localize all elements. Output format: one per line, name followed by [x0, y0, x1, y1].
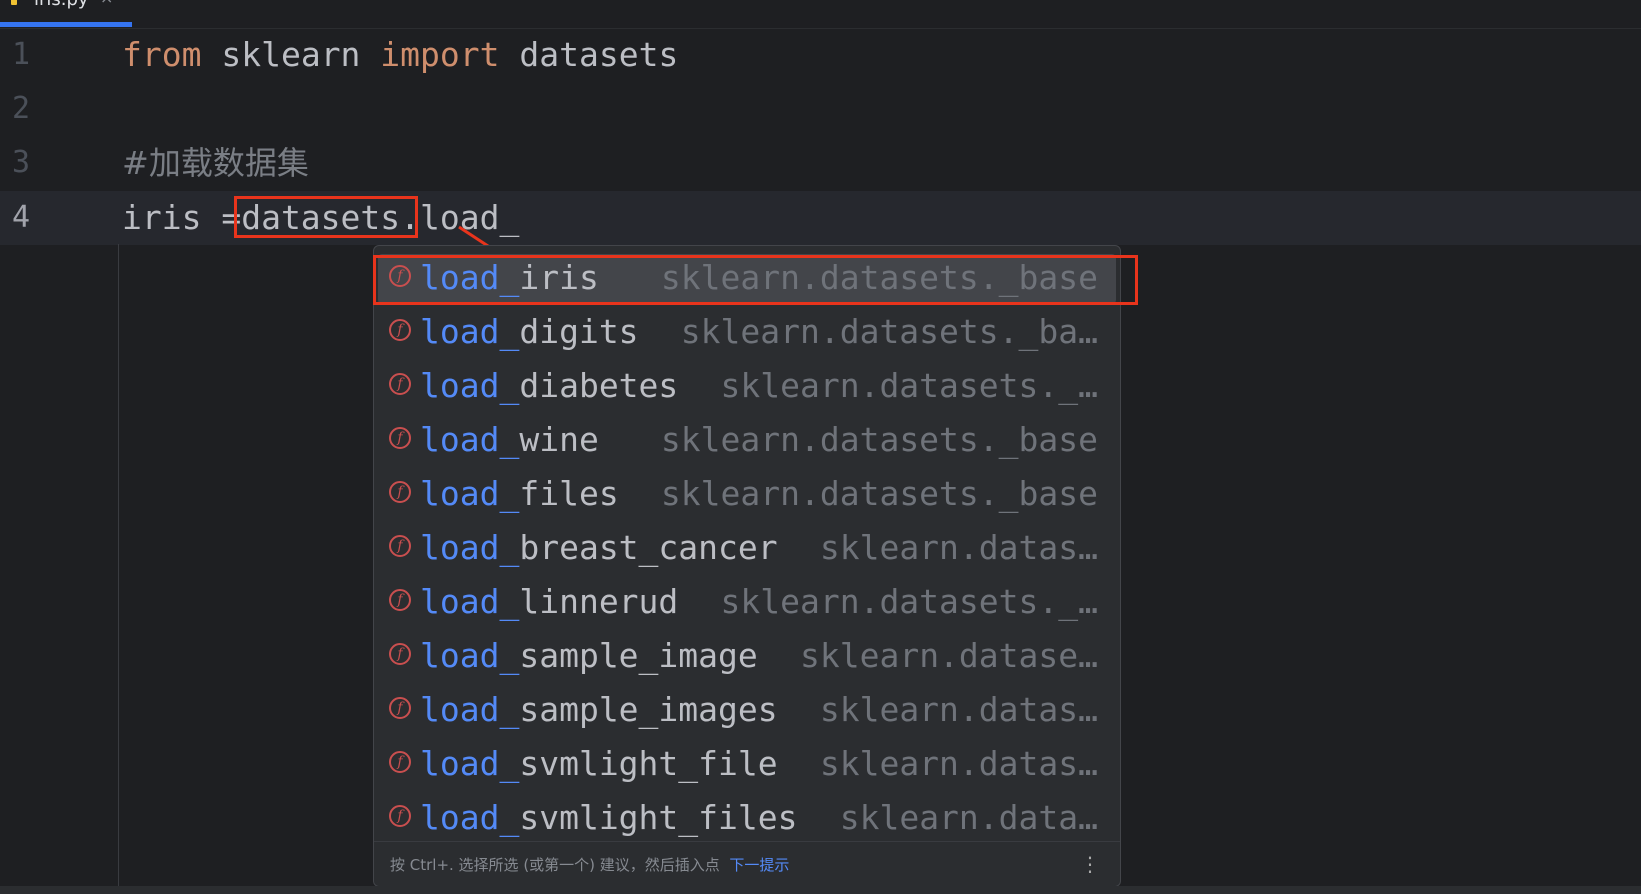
hint-text: 按 Ctrl+. 选择所选 (或第一个) 建议，然后插入点 [390, 856, 730, 874]
completion-item-name: load_wine [420, 413, 599, 467]
completion-item[interactable]: f load_svmlight_file sklearn.datas… [374, 737, 1122, 791]
completion-item-location: sklearn.data… [839, 798, 1098, 837]
completion-match-text: load_ [420, 798, 520, 837]
function-icon: f [389, 697, 411, 719]
completion-item-name: load_linnerud [420, 575, 678, 629]
code-completion-popup: f load_iris sklearn.datasets._base f load_di… [373, 245, 1121, 887]
completion-item-name: load_diabetes [420, 359, 678, 413]
completion-item-location: sklearn.datasets._base [660, 420, 1098, 459]
function-icon: f [389, 751, 411, 773]
completion-match-text: load_ [420, 420, 520, 459]
completion-item-location: sklearn.datasets._base [660, 474, 1098, 513]
completion-item-name: load_sample_images [420, 683, 778, 737]
tab-iris-py[interactable]: iris.py × [0, 0, 132, 28]
completion-match-text: load_ [420, 366, 520, 405]
indent-guide [118, 244, 119, 894]
completion-hint: 按 Ctrl+. 选择所选 (或第一个) 建议，然后插入点 下一提示 [390, 854, 789, 875]
completion-rest-text: breast_cancer [519, 528, 778, 567]
completion-item[interactable]: f load_sample_image sklearn.datase… [374, 629, 1122, 683]
function-icon: f [389, 481, 411, 503]
completion-rest-text: svmlight_file [519, 744, 778, 783]
identifier: datasets [499, 35, 679, 74]
completion-rest-text: iris [519, 258, 599, 297]
function-icon: f [389, 643, 411, 665]
line-number: 4 [12, 200, 31, 235]
completion-item-location: sklearn.datase… [799, 636, 1098, 675]
code-line-2[interactable]: 2 [0, 82, 1641, 136]
completion-item[interactable]: f load_sample_images sklearn.datas… [374, 683, 1122, 737]
completion-item-location: sklearn.datas… [819, 690, 1098, 729]
python-file-icon [11, 0, 17, 5]
completion-rest-text: digits [519, 312, 639, 351]
completion-item[interactable]: f load_diabetes sklearn.datasets._… [374, 359, 1122, 413]
function-icon: f [389, 535, 411, 557]
completion-item[interactable]: f load_linnerud sklearn.datasets._… [374, 575, 1122, 629]
completion-item[interactable]: f load_breast_cancer sklearn.datas… [374, 521, 1122, 575]
completion-item[interactable]: f load_svmlight_files sklearn.data… [374, 791, 1122, 845]
next-tip-link[interactable]: 下一提示 [729, 856, 789, 874]
completion-item[interactable]: f load_digits sklearn.datasets._ba… [374, 305, 1122, 359]
completion-item[interactable]: f load_files sklearn.datasets._base [374, 467, 1122, 521]
completion-item-name: load_breast_cancer [420, 521, 778, 575]
completion-item-name: load_files [420, 467, 619, 521]
function-icon: f [389, 427, 411, 449]
completion-match-text: load_ [420, 528, 520, 567]
editor-bottom-edge [0, 886, 1641, 894]
completion-item-location: sklearn.datasets._base [660, 258, 1098, 297]
line-number: 3 [12, 145, 31, 180]
keyword: import [380, 35, 500, 74]
completion-footer: 按 Ctrl+. 选择所选 (或第一个) 建议，然后插入点 下一提示 ⋮ [374, 841, 1120, 886]
completion-rest-text: linnerud [519, 582, 679, 621]
completion-match-text: load_ [420, 258, 520, 297]
close-icon[interactable]: × [100, 0, 113, 8]
completion-rest-text: sample_images [519, 690, 778, 729]
editor-tab-bar: iris.py × [0, 0, 1641, 29]
completion-match-text: load_ [420, 744, 520, 783]
annotation-highlight-box [234, 196, 418, 238]
more-options-icon[interactable]: ⋮ [1080, 852, 1100, 876]
active-tab-indicator [0, 22, 132, 27]
completion-match-text: load_ [420, 690, 520, 729]
function-icon: f [389, 373, 411, 395]
function-icon: f [389, 319, 411, 341]
comment-text: #加载数据集 [122, 144, 309, 182]
completion-item[interactable]: f load_wine sklearn.datasets._base [374, 413, 1122, 467]
completion-match-text: load_ [420, 636, 520, 675]
line-number: 2 [12, 91, 31, 126]
function-icon: f [389, 805, 411, 827]
keyword: from [122, 35, 202, 74]
completion-item-location: sklearn.datasets._… [720, 582, 1099, 621]
identifier: sklearn [201, 35, 381, 74]
function-icon: f [389, 265, 411, 287]
completion-rest-text: diabetes [519, 366, 679, 405]
tab-label: iris.py [34, 0, 89, 10]
code-line-3[interactable]: 3 #加载数据集 [0, 136, 1641, 190]
completion-rest-text: files [519, 474, 619, 513]
completion-item-location: sklearn.datasets._… [720, 366, 1099, 405]
function-icon: f [389, 589, 411, 611]
completion-item-name: load_digits [420, 305, 639, 359]
line-number: 1 [12, 37, 31, 72]
completion-match-text: load_ [420, 582, 520, 621]
completion-rest-text: wine [519, 420, 599, 459]
completion-rest-text: svmlight_files [519, 798, 798, 837]
completion-item-name: load_svmlight_files [420, 791, 798, 845]
completion-match-text: load_ [420, 474, 520, 513]
code-line-1[interactable]: 1 from sklearn import datasets [0, 28, 1641, 82]
completion-item-name: load_sample_image [420, 629, 758, 683]
completion-item[interactable]: f load_iris sklearn.datasets._base [374, 251, 1122, 305]
completion-item-name: load_iris [420, 251, 599, 305]
completion-match-text: load_ [420, 312, 520, 351]
code-text: from sklearn import datasets [122, 28, 678, 82]
completion-item-location: sklearn.datasets._ba… [680, 312, 1098, 351]
completion-rest-text: sample_image [519, 636, 758, 675]
completion-item-name: load_svmlight_file [420, 737, 778, 791]
completion-item-location: sklearn.datas… [819, 528, 1098, 567]
completion-item-location: sklearn.datas… [819, 744, 1098, 783]
